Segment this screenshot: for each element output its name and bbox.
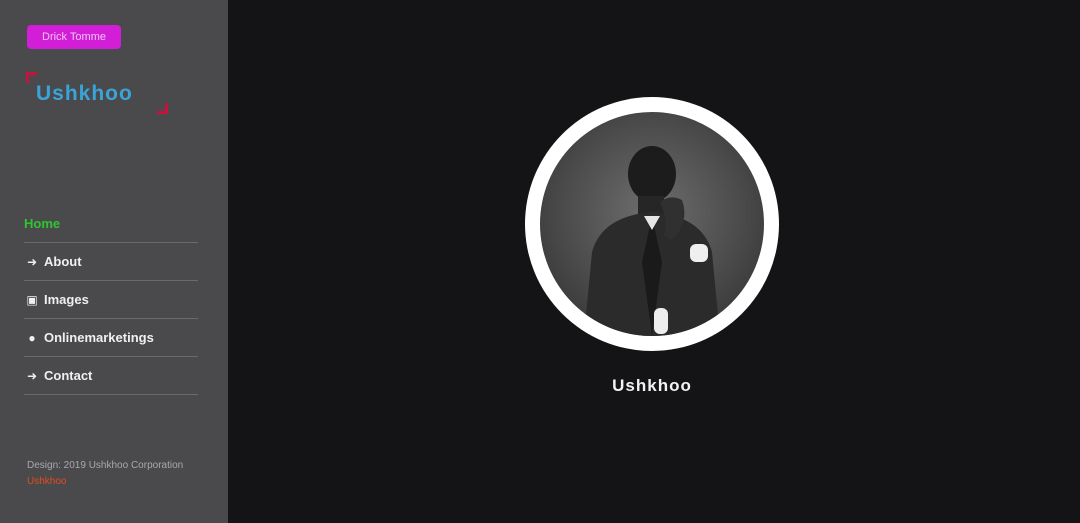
nav-item-home[interactable]: Home xyxy=(24,205,198,243)
arrow-right-icon: ➜ xyxy=(26,368,38,383)
logo-corner-mark xyxy=(157,103,168,114)
nav-item-onlinemarketings[interactable]: ● Onlinemarketings xyxy=(24,319,198,357)
profile-photo xyxy=(540,112,764,336)
top-badge[interactable]: Drick Tomme xyxy=(27,25,121,49)
arrow-right-icon: ➜ xyxy=(26,254,38,269)
chat-bubble-icon: ● xyxy=(28,330,36,345)
main-content: Ushkhoo xyxy=(228,0,1080,523)
logo-text: Ushkhoo xyxy=(36,82,133,105)
copyright-text: Design: 2019 Ushkhoo Corporation xyxy=(27,460,184,471)
sidebar-nav: Home ➜ About ▣ Images ● Onlinemarketings… xyxy=(24,205,198,395)
footer-link[interactable]: Ushkhoo xyxy=(27,474,207,490)
nav-item-label: About xyxy=(44,254,82,269)
profile-name: Ushkhoo xyxy=(612,376,692,395)
sidebar: Drick Tomme Ushkhoo Home ➜ About ▣ Image… xyxy=(0,0,228,523)
image-icon: ▣ xyxy=(26,292,38,307)
person-silhouette-icon xyxy=(584,146,720,336)
nav-item-about[interactable]: ➜ About xyxy=(24,243,198,281)
nav-item-label: Contact xyxy=(44,368,93,383)
nav-item-label: Onlinemarketings xyxy=(44,330,154,345)
logo[interactable]: Ushkhoo xyxy=(26,72,168,114)
nav-item-contact[interactable]: ➜ Contact xyxy=(24,357,198,395)
nav-item-label: Images xyxy=(44,292,89,307)
page: Drick Tomme Ushkhoo Home ➜ About ▣ Image… xyxy=(0,0,1080,523)
nav-item-label: Home xyxy=(24,216,61,231)
profile-avatar[interactable] xyxy=(525,97,779,351)
sidebar-footer: Design: 2019 Ushkhoo Corporation Ushkhoo xyxy=(27,458,207,490)
nav-item-images[interactable]: ▣ Images xyxy=(24,281,198,319)
